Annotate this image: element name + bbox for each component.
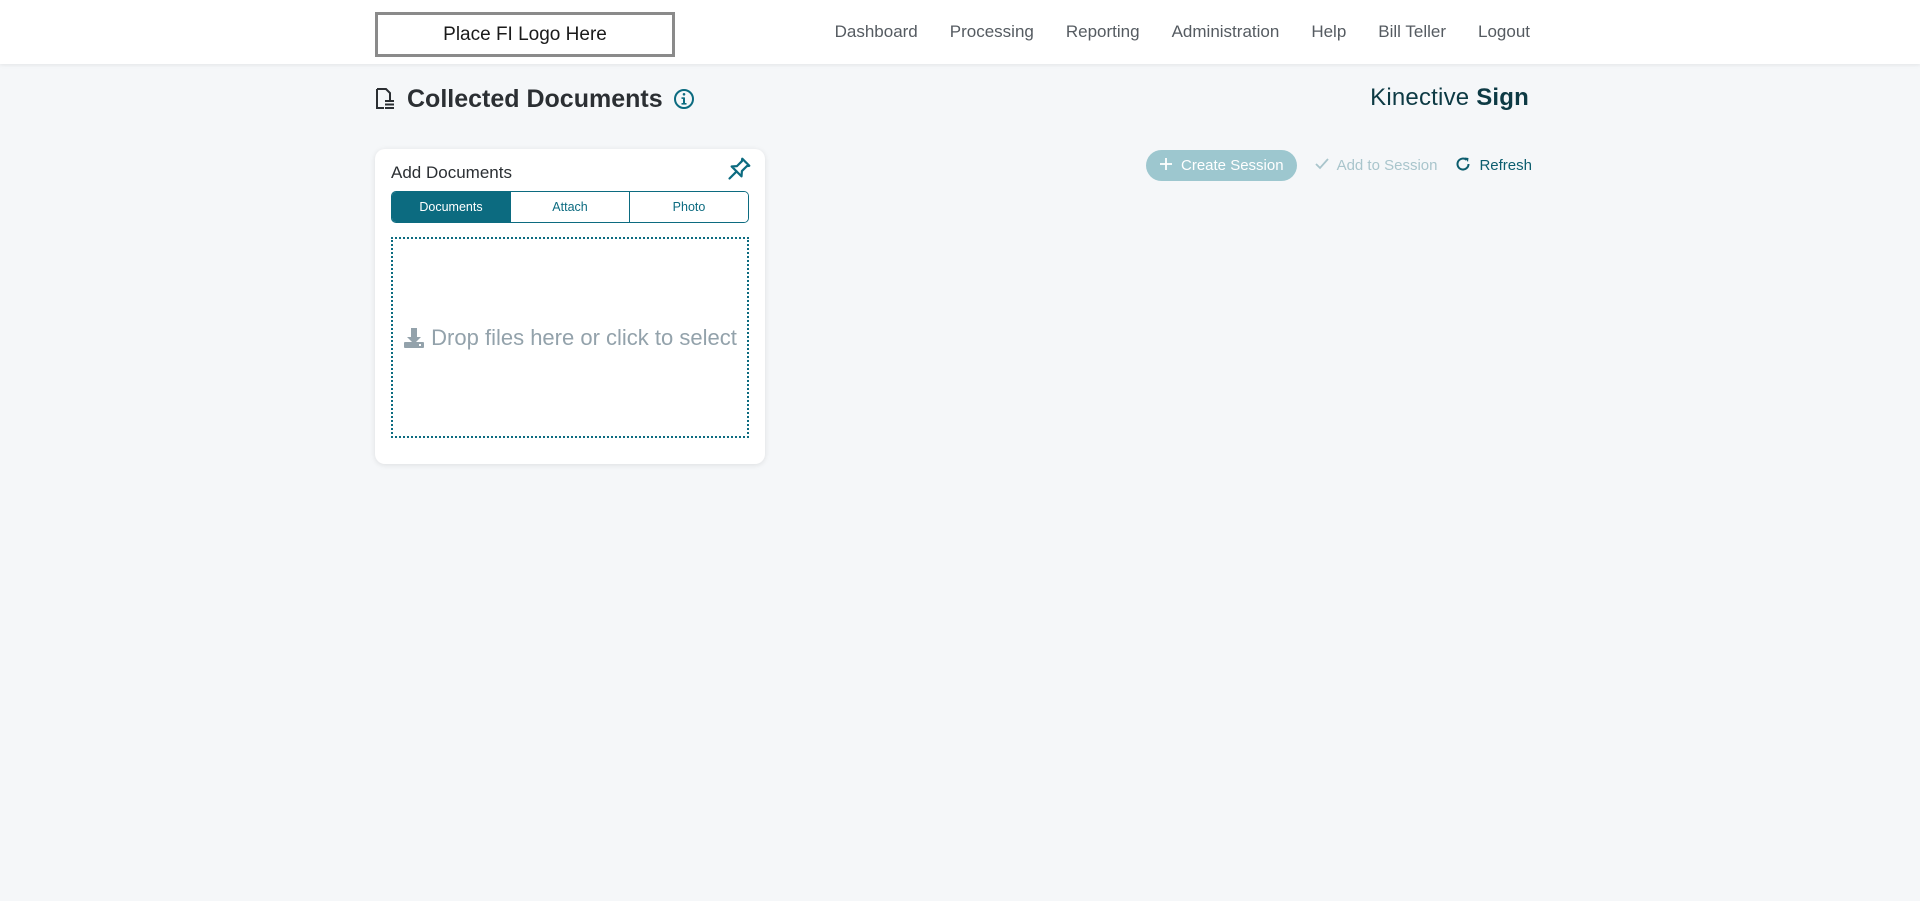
- add-to-session-label: Add to Session: [1336, 157, 1438, 174]
- create-session-label: Create Session: [1181, 157, 1284, 174]
- nav-logout[interactable]: Logout: [1478, 22, 1530, 42]
- add-documents-card: Add Documents Documents Attach Photo Dro…: [375, 149, 765, 464]
- document-icon: [375, 88, 395, 110]
- page-header: Collected Documents: [375, 84, 695, 114]
- main-nav: Dashboard Processing Reporting Administr…: [835, 0, 1530, 64]
- nav-administration[interactable]: Administration: [1172, 22, 1280, 42]
- nav-dashboard[interactable]: Dashboard: [835, 22, 918, 42]
- add-to-session-button[interactable]: Add to Session: [1314, 157, 1438, 174]
- create-session-button[interactable]: Create Session: [1146, 150, 1297, 181]
- tab-attach[interactable]: Attach: [511, 192, 630, 222]
- refresh-label: Refresh: [1479, 157, 1532, 174]
- session-actions: Create Session Add to Session Refresh: [1146, 150, 1532, 181]
- refresh-button[interactable]: Refresh: [1455, 156, 1532, 176]
- nav-user-menu[interactable]: Bill Teller: [1378, 22, 1446, 42]
- card-title: Add Documents: [391, 163, 512, 182]
- refresh-icon: [1455, 156, 1471, 176]
- dropzone-text: Drop files here or click to select: [431, 324, 737, 350]
- file-dropzone[interactable]: Drop files here or click to select: [391, 237, 749, 438]
- nav-processing[interactable]: Processing: [950, 22, 1034, 42]
- page-title: Collected Documents: [407, 84, 663, 113]
- pin-icon[interactable]: [723, 155, 753, 185]
- brand-logo: Kinective Sign: [1370, 84, 1529, 112]
- brand-product: Sign: [1476, 84, 1529, 111]
- plus-icon: [1159, 157, 1173, 175]
- fi-logo-placeholder[interactable]: Place FI Logo Here: [375, 12, 675, 57]
- tab-photo[interactable]: Photo: [630, 192, 748, 222]
- download-icon: [403, 327, 425, 349]
- tab-documents[interactable]: Documents: [392, 192, 511, 222]
- top-navigation-bar: Place FI Logo Here Dashboard Processing …: [0, 0, 1920, 64]
- nav-help[interactable]: Help: [1311, 22, 1346, 42]
- info-icon[interactable]: [673, 88, 695, 110]
- brand-name: Kinective: [1370, 84, 1470, 111]
- nav-reporting[interactable]: Reporting: [1066, 22, 1140, 42]
- check-icon: [1314, 157, 1329, 174]
- source-tabs: Documents Attach Photo: [391, 191, 749, 223]
